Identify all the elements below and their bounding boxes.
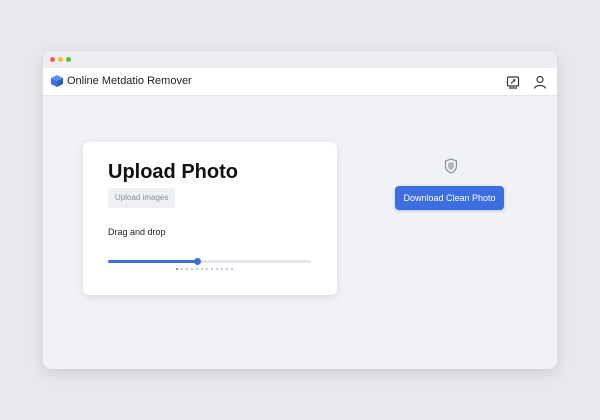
upload-photo-card: Upload Photo Upload images Drag and drop — [83, 142, 337, 295]
window-titlebar — [43, 51, 557, 68]
app-window: Online Metdatio Remover Upload Photo Upl… — [43, 51, 557, 369]
pager-dot[interactable] — [231, 268, 233, 270]
pager-dot[interactable] — [196, 268, 198, 270]
pager-dot[interactable] — [176, 268, 178, 270]
pager-dots — [176, 268, 233, 272]
pager-dot[interactable] — [211, 268, 213, 270]
pager-dot[interactable] — [216, 268, 218, 270]
pager-dot[interactable] — [191, 268, 193, 270]
pager-dot[interactable] — [206, 268, 208, 270]
minimize-window-dot[interactable] — [58, 57, 63, 62]
app-title: Online Metdatio Remover — [67, 75, 192, 87]
card-title: Upload Photo — [108, 161, 238, 183]
drag-and-drop-label: Drag and drop — [108, 227, 166, 237]
pager-dot[interactable] — [226, 268, 228, 270]
upload-progress-fill — [108, 260, 198, 263]
history-icon[interactable] — [505, 74, 521, 90]
upload-progress-handle[interactable] — [194, 258, 202, 265]
shield-icon — [444, 158, 458, 174]
pager-dot[interactable] — [221, 268, 223, 270]
maximize-window-dot[interactable] — [66, 57, 71, 62]
user-icon[interactable] — [532, 74, 548, 90]
close-window-dot[interactable] — [50, 57, 55, 62]
pager-dot[interactable] — [186, 268, 188, 270]
upload-progress-bar[interactable] — [108, 258, 311, 265]
upload-images-button[interactable]: Upload images — [108, 188, 176, 208]
app-header: Online Metdatio Remover — [43, 68, 557, 96]
cube-logo-icon — [51, 75, 63, 87]
download-clean-photo-button[interactable]: Download Clean Photo — [395, 186, 504, 210]
pager-dot[interactable] — [201, 268, 203, 270]
pager-dot[interactable] — [181, 268, 183, 270]
